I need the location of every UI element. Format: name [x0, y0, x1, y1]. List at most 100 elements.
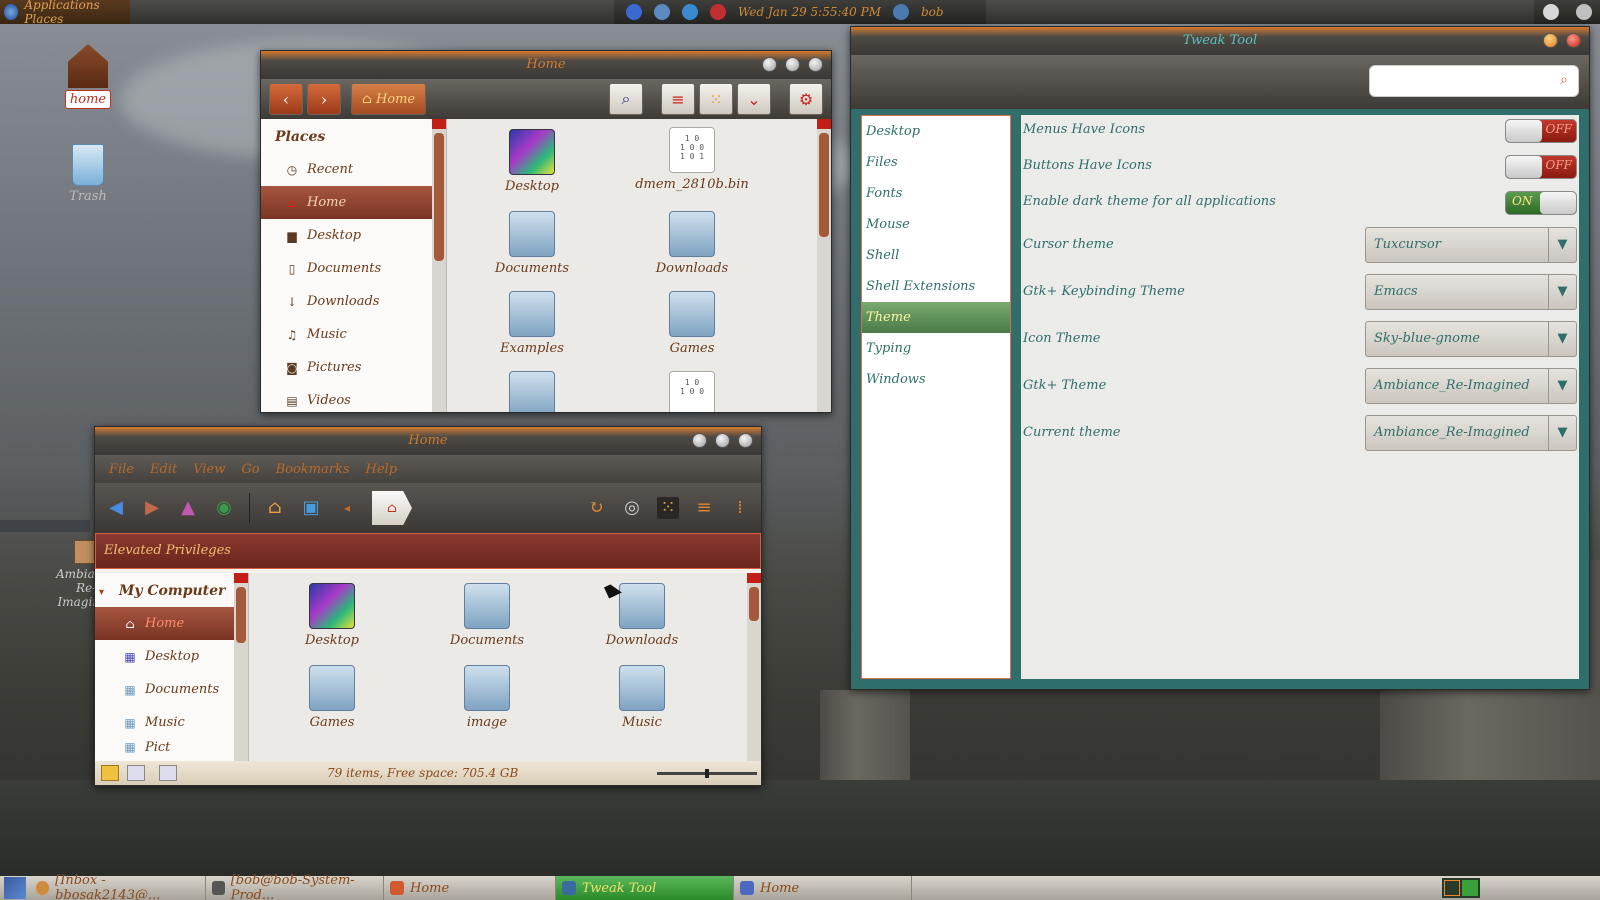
section-desktop[interactable]: Desktop [862, 116, 1010, 147]
clock[interactable]: Wed Jan 29 5:55:40 PM [738, 5, 881, 19]
sidebar-item-home[interactable]: ⌂ Home [95, 607, 248, 640]
places-toggle-icon[interactable] [101, 765, 119, 781]
tree-toggle-icon[interactable] [127, 765, 145, 781]
settings-button[interactable]: ⚙ [789, 83, 823, 115]
up-arrow-icon[interactable]: ▲ [177, 497, 199, 519]
sidebar-scrollbar[interactable] [234, 573, 248, 761]
desktop-icon-home[interactable]: home [58, 44, 118, 109]
maximize-button[interactable] [785, 57, 800, 72]
volume-muted-icon[interactable] [710, 4, 726, 20]
sidebar-scrollbar[interactable] [432, 119, 446, 412]
back-arrow-icon[interactable]: ◀ [105, 497, 127, 519]
minimize-button[interactable] [762, 57, 777, 72]
dark-theme-toggle[interactable]: ON [1505, 191, 1577, 215]
app-menu-label[interactable]: Applications Places [24, 0, 130, 26]
file-item[interactable]: Documents [477, 211, 587, 276]
path-home-button[interactable]: ⌂ Home [351, 83, 427, 115]
task-tweak-tool[interactable]: Tweak Tool [556, 876, 734, 900]
scrollbar-thumb[interactable] [434, 133, 444, 261]
file-item[interactable]: 1 01 0 0 [637, 371, 747, 412]
sidebar-item-desktop[interactable]: ▦ Desktop [95, 640, 248, 673]
section-fonts[interactable]: Fonts [862, 178, 1010, 209]
sidebar-item-desktop[interactable]: ▆ Desktop [261, 219, 446, 252]
section-windows[interactable]: Windows [862, 364, 1010, 395]
workspace-2[interactable] [1462, 880, 1478, 896]
sidebar-item-music[interactable]: ▦ Music [95, 706, 248, 739]
scrollbar-thumb[interactable] [236, 587, 246, 643]
file-item[interactable]: Desktop [277, 583, 387, 648]
home-icon[interactable]: ⌂ [264, 497, 286, 519]
user-name[interactable]: bob [921, 5, 944, 19]
file-item[interactable]: Games [637, 291, 747, 356]
task-home-nemo[interactable]: Home [384, 876, 556, 900]
menu-file[interactable]: File [109, 462, 134, 477]
minimize-button[interactable] [1543, 33, 1558, 48]
sidebar-item-pictures[interactable]: ▦ Pict [95, 739, 248, 755]
buttons-have-icons-toggle[interactable]: OFF [1505, 155, 1577, 179]
file-item[interactable]: image [432, 665, 542, 730]
breadcrumb-left-icon[interactable]: ◂ [336, 497, 358, 519]
sidebar-item-videos[interactable]: ▤ Videos [261, 384, 446, 412]
network-globe-icon[interactable]: ◉ [213, 497, 235, 519]
close-button[interactable] [1566, 33, 1581, 48]
close-button[interactable] [808, 57, 823, 72]
nautilus-titlebar[interactable]: Home [261, 51, 831, 79]
eye-icon[interactable]: ◎ [621, 497, 643, 519]
forward-arrow-icon[interactable]: ▶ [141, 497, 163, 519]
computer-icon[interactable]: ▣ [300, 497, 322, 519]
search-button[interactable]: ⌕ [609, 83, 643, 115]
view-options-button[interactable]: ⌄ [737, 83, 771, 115]
task-home-nautilus[interactable]: Home [734, 876, 912, 900]
file-scrollbar[interactable] [747, 573, 761, 761]
scrollbar-thumb[interactable] [749, 587, 759, 621]
current-theme-dropdown[interactable]: Ambiance_Re-Imagined ▼ [1365, 415, 1577, 451]
zoom-slider-handle[interactable] [705, 768, 709, 778]
close-button[interactable] [738, 433, 753, 448]
maximize-button[interactable] [715, 433, 730, 448]
sidebar-item-downloads[interactable]: ↓ Downloads [261, 285, 446, 318]
file-item[interactable] [477, 371, 587, 412]
forward-button[interactable]: › [307, 83, 341, 115]
sidebar-item-home[interactable]: ⌂ Home [261, 186, 446, 219]
workspace-switcher[interactable] [1442, 878, 1480, 898]
scrollbar-thumb[interactable] [819, 133, 829, 237]
section-theme[interactable]: Theme [862, 302, 1010, 333]
section-mouse[interactable]: Mouse [862, 209, 1010, 240]
file-item[interactable]: Games [277, 665, 387, 730]
tweak-tool-titlebar[interactable]: Tweak Tool [851, 27, 1589, 55]
show-desktop-icon[interactable] [4, 877, 26, 899]
refresh-icon[interactable] [1575, 4, 1592, 20]
section-shell-extensions[interactable]: Shell Extensions [862, 271, 1010, 302]
section-shell[interactable]: Shell [862, 240, 1010, 271]
sidebar-item-pictures[interactable]: ◙ Pictures [261, 351, 446, 384]
path-home-button[interactable]: ⌂ [372, 491, 412, 525]
file-item[interactable]: 1 01 0 01 0 1 dmem_2810b.bin [627, 127, 757, 192]
task-terminal[interactable]: [bob@bob-System-Prod... [206, 873, 384, 900]
file-item[interactable]: Desktop [477, 129, 587, 194]
menu-help[interactable]: Help [366, 462, 398, 477]
section-typing[interactable]: Typing [862, 333, 1010, 364]
icon-theme-dropdown[interactable]: Sky-blue-gnome ▼ [1365, 321, 1577, 357]
reload-icon[interactable]: ↻ [585, 497, 607, 519]
sidebar-section-title[interactable]: ▾ My Computer [95, 573, 248, 607]
menu-bookmarks[interactable]: Bookmarks [276, 462, 350, 477]
grid-icon[interactable]: ⁙ [657, 497, 679, 519]
bluetooth-icon[interactable] [626, 4, 642, 20]
file-item[interactable]: Examples [477, 291, 587, 356]
file-item[interactable]: Downloads [637, 211, 747, 276]
compact-icon[interactable]: ⁞ [729, 497, 751, 519]
desktop-icon-trash[interactable]: Trash [58, 144, 118, 205]
keybinding-theme-dropdown[interactable]: Emacs ▼ [1365, 274, 1577, 310]
update-icon[interactable] [682, 4, 698, 20]
menu-go[interactable]: Go [241, 462, 259, 477]
sidebar-item-documents[interactable]: ▯ Documents [261, 252, 446, 285]
cursor-theme-dropdown[interactable]: Tuxcursor ▼ [1365, 227, 1577, 263]
zoom-slider[interactable] [657, 768, 757, 778]
file-scrollbar[interactable] [817, 119, 831, 412]
search-input[interactable]: ⌕ [1369, 65, 1579, 97]
app-menu[interactable]: Applications Places [0, 0, 130, 26]
file-item[interactable]: Music [587, 665, 697, 730]
sidebar-item-documents[interactable]: ▦ Documents [95, 673, 248, 706]
session-icon[interactable] [1542, 4, 1559, 20]
task-thunderbird[interactable]: [Inbox - bbosak2143@... [30, 873, 206, 900]
